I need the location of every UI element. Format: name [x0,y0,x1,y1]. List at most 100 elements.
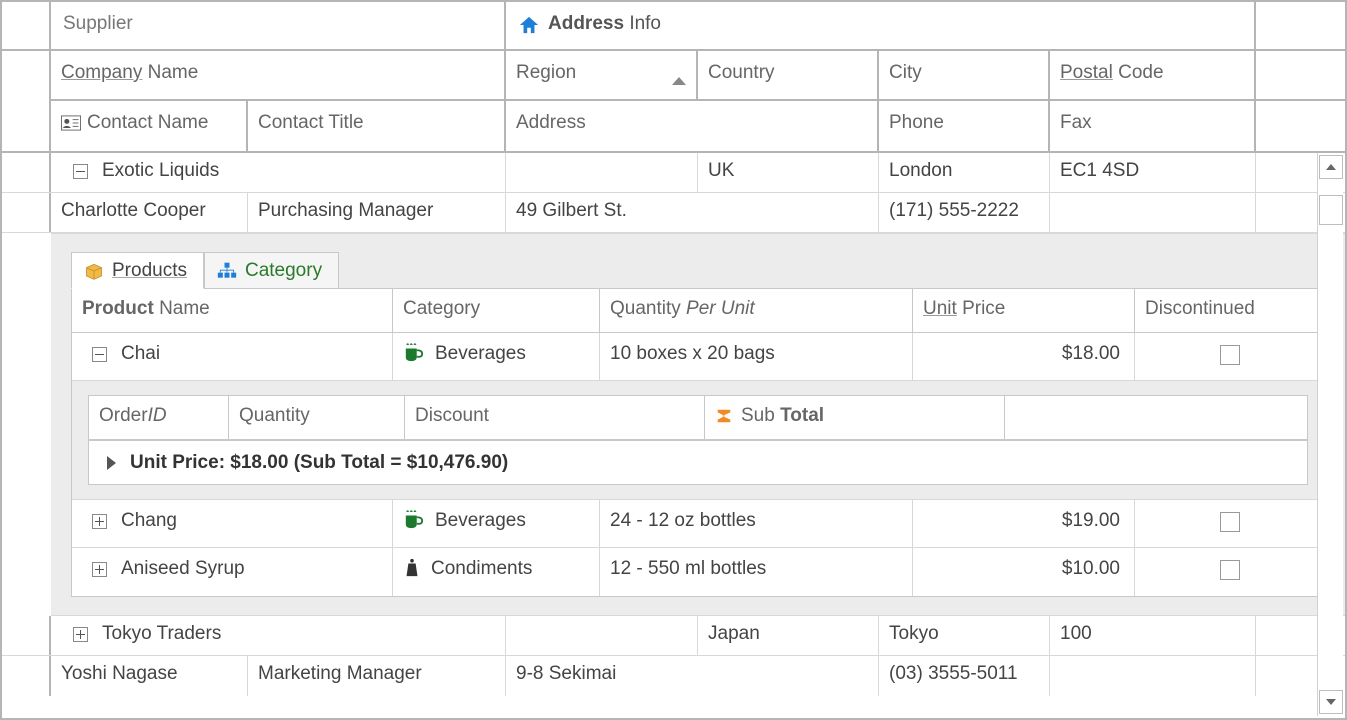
header-order-quantity[interactable]: Quantity [229,396,405,439]
arrow-down-icon [1326,699,1336,705]
header-phone[interactable]: Phone [879,101,1050,151]
home-icon [518,15,540,35]
discontinued-checkbox[interactable] [1220,560,1240,580]
cell-region [506,153,698,192]
header-region[interactable]: Region [506,51,698,101]
product-row[interactable]: Aniseed Syrup Condiments 12 - 550 ml bot… [72,548,1324,596]
scroll-down-button[interactable] [1319,690,1343,714]
header-order-quantity-label: Quantity [239,405,310,426]
cell-product-category: Beverages [393,500,600,547]
cell-contact-title: Marketing Manager [248,656,506,696]
header-product-category[interactable]: Category [393,289,600,332]
group-row-label: Unit Price: $18.00 (Sub Total = $10,476.… [130,452,508,474]
tab-products[interactable]: Products [71,252,204,289]
cell-company: Tokyo Traders [51,616,506,655]
band-indent [2,2,51,49]
header-product-qty-label: Quantity Per Unit [610,298,755,319]
header-fax-label: Fax [1060,112,1092,134]
supplier-row-2[interactable]: Charlotte Cooper Purchasing Manager 49 G… [2,193,1345,233]
product-name-value: Chang [121,510,177,547]
scroll-up-button[interactable] [1319,155,1343,179]
category-icon [217,262,237,280]
supplier-row-2[interactable]: Yoshi Nagase Marketing Manager 9-8 Sekim… [2,656,1345,696]
cell-contact-title: Purchasing Manager [248,193,506,232]
header-order-id[interactable]: OrderID [89,396,229,439]
row-indent [2,616,51,655]
header-product-discontinued[interactable]: Discontinued [1135,289,1324,332]
cell-country: Japan [698,616,879,655]
address-value: 49 Gilbert St. [516,200,627,221]
cell-product-name: Chai [72,333,393,380]
header-country[interactable]: Country [698,51,879,101]
product-price-value: $19.00 [1062,510,1120,531]
orders-table: OrderID Quantity Discount Sub Total [88,395,1308,485]
header-company[interactable]: Company Name [51,51,506,101]
header-postal[interactable]: Postal Code [1050,51,1256,101]
header-product-price[interactable]: Unit Price [913,289,1135,332]
phone-value: (03) 3555-5011 [889,663,1018,684]
cell-product-price: $19.00 [913,500,1135,547]
tab-category[interactable]: Category [204,252,339,289]
band-row: Supplier Address Info [2,2,1345,51]
cell-contact-name: Yoshi Nagase [51,656,248,696]
header-order-discount[interactable]: Discount [405,396,705,439]
group-row[interactable]: Unit Price: $18.00 (Sub Total = $10,476.… [89,440,1307,484]
city-value: London [889,160,952,181]
header-address[interactable]: Address [506,101,879,151]
product-row[interactable]: Chai Beverages 10 boxes x 20 bags $18.00 [72,333,1324,381]
vertical-scrollbar[interactable] [1317,153,1343,716]
grid-body: Exotic Liquids UK London EC1 4SD Charlot… [2,153,1345,718]
cell-region [506,616,698,655]
orders-header-filler [1005,396,1307,439]
cup-icon [403,343,425,363]
header-city[interactable]: City [879,51,1050,101]
sigma-icon [715,407,733,425]
postal-value: EC1 4SD [1060,160,1139,181]
box-icon [84,261,104,281]
band-address[interactable]: Address Info [506,2,1256,49]
product-category-value: Condiments [431,558,532,596]
header-contact-title-label: Contact Title [258,112,364,134]
expand-button[interactable] [92,562,107,577]
country-value: UK [708,160,734,181]
product-row[interactable]: Chang Beverages 24 - 12 oz bottles $19.0… [72,500,1324,548]
scroll-thumb[interactable] [1319,195,1343,225]
cell-postal: 100 [1050,616,1256,655]
tab-products-label: Products [112,260,187,282]
header-company-label: Company Name [61,62,198,84]
detail-panel: Products Category Product Nam [51,233,1345,616]
product-qty-value: 12 - 550 ml bottles [610,558,766,579]
shaker-icon [403,558,421,578]
header-product-qty[interactable]: Quantity Per Unit [600,289,913,332]
collapse-button[interactable] [92,347,107,362]
band-supplier[interactable]: Supplier [51,2,506,49]
cell-product-price: $18.00 [913,333,1135,380]
product-qty-value: 10 boxes x 20 bags [610,343,775,364]
header-contact-title[interactable]: Contact Title [248,101,506,151]
arrow-up-icon [1326,164,1336,170]
expand-button[interactable] [92,514,107,529]
header-product-discontinued-label: Discontinued [1145,298,1255,319]
header-fax[interactable]: Fax [1050,101,1256,151]
product-price-value: $18.00 [1062,343,1120,364]
cell-product-discontinued [1135,500,1324,547]
expand-button[interactable] [73,627,88,642]
cell-product-category: Beverages [393,333,600,380]
cell-contact-name: Charlotte Cooper [51,193,248,232]
row-indent [2,193,51,232]
supplier-row[interactable]: Exotic Liquids UK London EC1 4SD [2,153,1345,193]
cell-product-qty: 10 boxes x 20 bags [600,333,913,380]
header-country-label: Country [708,62,775,84]
detail-tabs: Products Category [71,252,1325,289]
collapse-button[interactable] [73,164,88,179]
header-order-subtotal[interactable]: Sub Total [705,396,1005,439]
product-qty-value: 24 - 12 oz bottles [610,510,756,531]
discontinued-checkbox[interactable] [1220,512,1240,532]
discontinued-checkbox[interactable] [1220,345,1240,365]
cup-icon [403,510,425,530]
header-product-name[interactable]: Product Name [72,289,393,332]
city-value: Tokyo [889,623,939,644]
header-filler [1256,51,1345,101]
supplier-row[interactable]: Tokyo Traders Japan Tokyo 100 [2,616,1345,656]
header-contact-name[interactable]: Contact Name [51,101,248,151]
